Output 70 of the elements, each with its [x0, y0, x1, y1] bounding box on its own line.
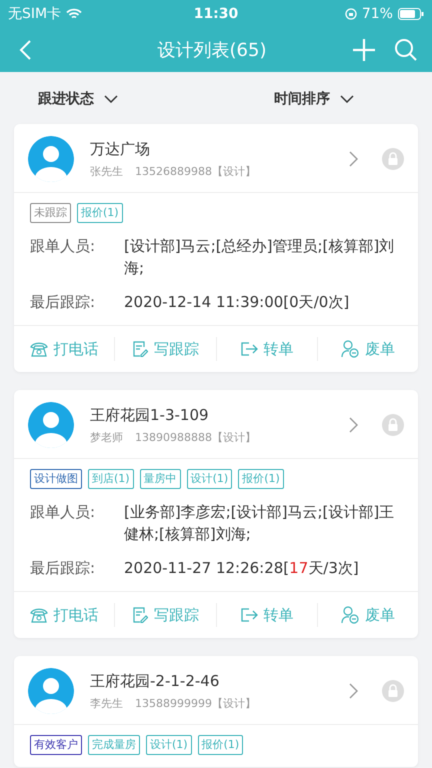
phone-icon: [30, 341, 48, 357]
status-tag: 设计(1): [186, 469, 232, 489]
status-tag: 报价(1): [238, 469, 284, 489]
field-label: 跟单人员:: [30, 502, 96, 523]
contact-name: 张先生: [90, 164, 123, 178]
status-tag: 报价(1): [198, 735, 244, 755]
action-button[interactable]: 废单: [316, 603, 418, 627]
action-button[interactable]: 打电话: [14, 337, 114, 361]
status-tag: 未跟踪: [30, 203, 71, 223]
status-tag: 有效客户: [30, 735, 82, 755]
action-button[interactable]: 写跟踪: [114, 603, 216, 627]
person-minus-icon: [340, 340, 359, 358]
back-icon[interactable]: [18, 39, 32, 61]
field-label: 最后跟踪:: [30, 292, 96, 313]
customer-name: 王府花园1-3-109: [90, 406, 210, 424]
contact-name: 李先生: [90, 696, 123, 710]
last-follow-text: 2020-12-14 11:39:00[0天/0次]: [124, 292, 350, 313]
lock-icon[interactable]: [382, 414, 404, 436]
add-icon[interactable]: [352, 38, 376, 62]
filter-dropdown[interactable]: 跟进状态: [36, 88, 120, 110]
action-button[interactable]: 写跟踪: [114, 337, 216, 361]
customer-card[interactable]: 王府花园-2-1-2-46 李先生 13588999999【设计】 有效客户 完成量房 设计(1) 报价(1): [14, 656, 418, 767]
edit-icon: [132, 341, 148, 357]
edit-icon: [132, 607, 148, 623]
status-tag: 报价(1): [77, 203, 123, 223]
action-button[interactable]: 废单: [316, 337, 418, 361]
contact-phone: 13526889988【设计】: [135, 164, 256, 178]
exit-arrow-icon: [240, 607, 258, 623]
status-tag: 设计做图: [30, 469, 82, 489]
field-label: 最后跟踪:: [30, 558, 96, 579]
avatar-icon: [28, 668, 74, 714]
staff-text: [业务部]李彦宏;[设计部]马云;[设计部]王健林;[核算部]刘海;: [124, 502, 396, 545]
status-tag: 设计(1): [146, 735, 192, 755]
wifi-icon: [66, 8, 82, 20]
action-button[interactable]: 打电话: [14, 603, 114, 627]
customer-card[interactable]: 王府花园1-3-109 梦老师 13890988888【设计】 设计做图 到店(1) 量房中 设计(1) 报价(1) 跟单人员: [业务部]李彦宏;[设计部]马云;[设计部]王健林;[核算部]刘海; 最后跟踪: 2020-11-27 12:26:28[17天/3次] 打电话 写跟踪 转单 废单: [14, 390, 418, 638]
phone-icon: [30, 607, 48, 623]
chevron-right-icon[interactable]: [349, 683, 358, 699]
status-tag: 完成量房: [88, 735, 140, 755]
contact-phone: 13588999999【设计】: [135, 696, 256, 710]
staff-text: [设计部]马云;[总经办]管理员;[核算部]刘海;: [124, 236, 396, 279]
action-button[interactable]: 转单: [216, 603, 317, 627]
last-follow-text: 2020-11-27 12:26:28[17天/3次]: [124, 558, 360, 579]
carrier-text: 无SIM卡: [8, 5, 62, 23]
chevron-right-icon[interactable]: [349, 417, 358, 433]
clock-text: 11:30: [194, 6, 238, 22]
avatar-icon: [28, 136, 74, 182]
filter-dropdown[interactable]: 时间排序: [272, 88, 356, 110]
contact-name: 梦老师: [90, 430, 123, 444]
status-tag: 到店(1): [88, 469, 134, 489]
person-minus-icon: [340, 606, 359, 624]
search-icon[interactable]: [394, 38, 418, 62]
customer-name: 万达广场: [90, 140, 151, 158]
customer-name: 王府花园-2-1-2-46: [90, 672, 220, 690]
battery-percent: 71%: [362, 6, 393, 22]
field-label: 跟单人员:: [30, 236, 96, 257]
avatar-icon: [28, 402, 74, 448]
action-button[interactable]: 转单: [216, 337, 317, 361]
customer-card[interactable]: 万达广场 张先生 13526889988【设计】 未跟踪 报价(1) 跟单人员: [设计部]马云;[总经办]管理员;[核算部]刘海; 最后跟踪: 2020-12-14 11:39:00[0天/0次] 打电话 写跟踪 转单 废单: [14, 124, 418, 372]
page-title: 设计列表(65): [156, 39, 268, 62]
chevron-down-icon: [104, 95, 118, 103]
battery-icon: [398, 8, 424, 20]
contact-phone: 13890988888【设计】: [135, 430, 256, 444]
lock-icon[interactable]: [382, 680, 404, 702]
chevron-down-icon: [340, 95, 354, 103]
lock-icon[interactable]: [382, 148, 404, 170]
chevron-right-icon[interactable]: [349, 151, 358, 167]
exit-arrow-icon: [240, 341, 258, 357]
status-tag: 量房中: [140, 469, 181, 489]
rotation-lock-icon: [344, 8, 357, 20]
